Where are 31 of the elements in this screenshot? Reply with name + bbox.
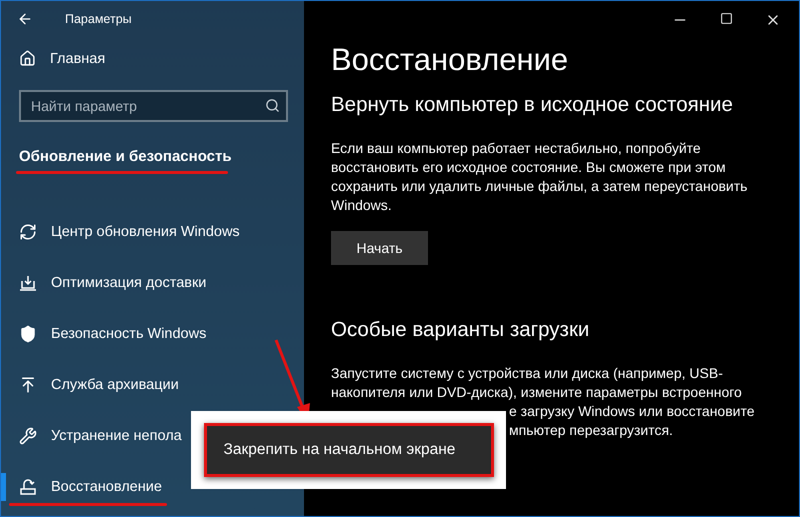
tray-icon <box>19 478 37 496</box>
paragraph-line: восстановить его исходное состояние. Вы сможете при этом <box>331 158 727 177</box>
maximize-icon[interactable] <box>720 12 733 25</box>
nav-item[interactable]: Служба архивации <box>1 359 304 410</box>
home-link[interactable]: Главная <box>1 41 304 76</box>
home-icon <box>19 50 36 67</box>
shield-icon <box>19 324 37 342</box>
window-title: Параметры <box>65 12 132 26</box>
wrench-icon <box>19 426 37 444</box>
paragraph-line: накопителя или DVD-диска), измените параметры встроенного <box>331 383 743 402</box>
arrow-up-icon <box>19 376 37 394</box>
paragraph-line: мпьютер перезагрузится. <box>508 421 674 440</box>
section-heading: Вернуть компьютер в исходное состояние <box>331 93 734 117</box>
nav-item[interactable]: Центр обновления Windows <box>1 206 304 257</box>
page-title: Восстановление <box>331 42 570 78</box>
section-title: Обновление и безопасность <box>18 147 233 165</box>
menu-item[interactable]: Закрепить на начальном экране <box>204 423 494 477</box>
start-button[interactable]: Начать <box>331 231 428 265</box>
refresh-icon <box>19 222 37 240</box>
paragraph-line: Если ваш компьютер работает нестабильно, попробуйте <box>331 139 702 158</box>
nav-item[interactable]: Безопасность Windows <box>1 308 304 359</box>
section-heading: Особые варианты загрузки <box>331 318 590 342</box>
nav-item[interactable]: Оптимизация доставки <box>1 257 304 308</box>
paragraph-line: Запустите систему с устройства или диска (например, USB- <box>331 364 724 383</box>
paragraph-line: Windows. <box>331 196 393 215</box>
paragraph-line: сохранить или удалить личные файлы, а затем переустановить <box>331 177 748 196</box>
back-icon[interactable] <box>17 11 33 27</box>
home-label: Главная <box>50 50 106 66</box>
search-icon <box>265 98 280 113</box>
paragraph-line: е загрузку Windows или восстановите <box>508 402 756 421</box>
search-field[interactable]: Найти параметр <box>19 90 288 122</box>
